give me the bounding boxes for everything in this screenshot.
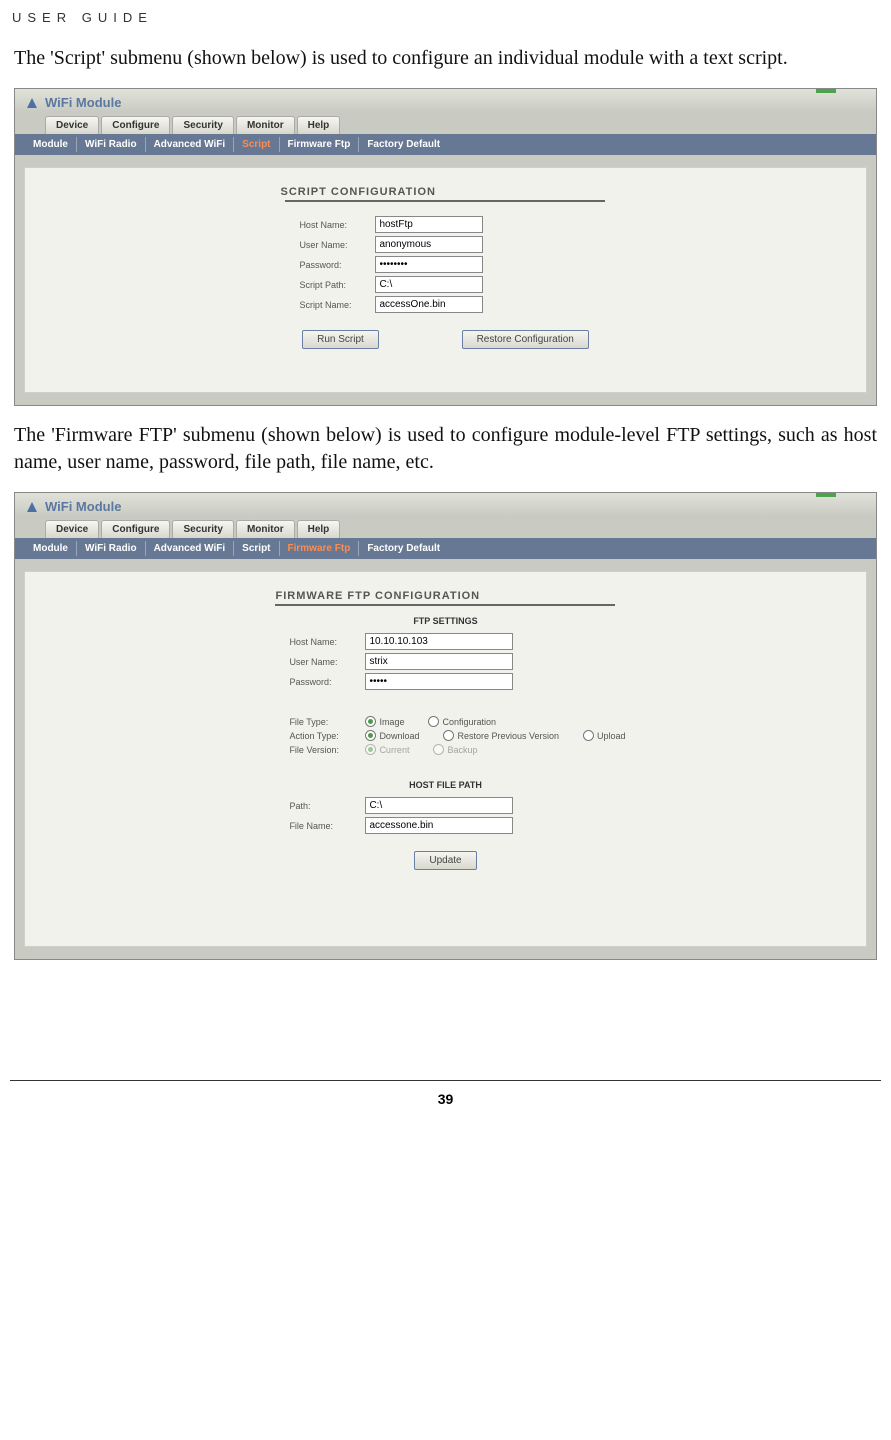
password-label: Password:	[299, 260, 375, 270]
main-tab-row: Device Configure Security Monitor Help	[15, 112, 876, 134]
window-accent	[816, 89, 836, 93]
tab-help[interactable]: Help	[297, 520, 341, 538]
sub-tab-wifi-radio[interactable]: WiFi Radio	[77, 137, 146, 152]
ftp-section-title: FIRMWARE FTP CONFIGURATION	[275, 586, 615, 604]
radio-icon	[433, 744, 444, 755]
host-file-path-header: HOST FILE PATH	[49, 776, 841, 794]
file-name-label: File Name:	[289, 821, 365, 831]
sub-tab-advanced-wifi[interactable]: Advanced WiFi	[146, 541, 235, 556]
title-underline	[285, 200, 605, 202]
sub-tab-advanced-wifi[interactable]: Advanced WiFi	[146, 137, 235, 152]
tab-configure[interactable]: Configure	[101, 116, 170, 134]
page-footer: 39	[10, 1080, 881, 1117]
ftp-settings-header: FTP SETTINGS	[49, 612, 841, 630]
ftp-host-name-label: Host Name:	[289, 637, 365, 647]
radio-action-restore[interactable]: Restore Previous Version	[443, 730, 559, 741]
run-script-button[interactable]: Run Script	[302, 330, 379, 349]
title-underline	[275, 604, 615, 606]
radio-icon	[365, 716, 376, 727]
ftp-user-name-label: User Name:	[289, 657, 365, 667]
tab-security[interactable]: Security	[172, 116, 233, 134]
tab-configure[interactable]: Configure	[101, 520, 170, 538]
ftp-host-name-input[interactable]	[365, 633, 513, 650]
ftp-user-name-input[interactable]	[365, 653, 513, 670]
sub-tab-bar: Module WiFi Radio Advanced WiFi Script F…	[15, 538, 876, 559]
radio-label: Configuration	[442, 717, 496, 727]
file-type-label: File Type:	[289, 717, 365, 727]
radio-label: Image	[379, 717, 404, 727]
radio-action-upload[interactable]: Upload	[583, 730, 626, 741]
password-input[interactable]	[375, 256, 483, 273]
user-name-input[interactable]	[375, 236, 483, 253]
screenshot-firmware-ftp: WiFi Module Device Configure Security Mo…	[14, 492, 877, 960]
radio-file-type-config[interactable]: Configuration	[428, 716, 496, 727]
sub-tab-wifi-radio[interactable]: WiFi Radio	[77, 541, 146, 556]
screenshot-script-config: WiFi Module Device Configure Security Mo…	[14, 88, 877, 406]
app-title: WiFi Module	[45, 499, 121, 514]
host-name-input[interactable]	[375, 216, 483, 233]
app-title-bar: WiFi Module	[15, 493, 876, 516]
tab-monitor[interactable]: Monitor	[236, 116, 295, 134]
tab-device[interactable]: Device	[45, 520, 99, 538]
radio-icon	[428, 716, 439, 727]
path-input[interactable]	[365, 797, 513, 814]
sub-tab-factory-default[interactable]: Factory Default	[359, 541, 448, 556]
radio-icon	[365, 730, 376, 741]
sub-tab-bar: Module WiFi Radio Advanced WiFi Script F…	[15, 134, 876, 155]
radio-label: Upload	[597, 731, 626, 741]
wifi-module-icon	[25, 96, 39, 110]
intro-paragraph-2: The 'Firmware FTP' submenu (shown below)…	[10, 422, 881, 476]
tab-monitor[interactable]: Monitor	[236, 520, 295, 538]
file-name-input[interactable]	[365, 817, 513, 834]
script-content-area: SCRIPT CONFIGURATION Host Name: User Nam…	[24, 167, 866, 393]
ftp-password-label: Password:	[289, 677, 365, 687]
restore-config-button[interactable]: Restore Configuration	[462, 330, 589, 349]
script-name-label: Script Name:	[299, 300, 375, 310]
radio-version-current: Current	[365, 744, 409, 755]
ftp-content-area: FIRMWARE FTP CONFIGURATION FTP SETTINGS …	[24, 571, 866, 947]
file-version-label: File Version:	[289, 745, 365, 755]
radio-version-backup: Backup	[433, 744, 477, 755]
action-type-label: Action Type:	[289, 731, 365, 741]
sub-tab-script[interactable]: Script	[234, 541, 279, 556]
radio-label: Current	[379, 745, 409, 755]
radio-icon	[443, 730, 454, 741]
sub-tab-script[interactable]: Script	[234, 137, 279, 152]
intro-paragraph-1: The 'Script' submenu (shown below) is us…	[10, 45, 881, 72]
radio-icon	[583, 730, 594, 741]
path-label: Path:	[289, 801, 365, 811]
radio-icon	[365, 744, 376, 755]
host-name-label: Host Name:	[299, 220, 375, 230]
sub-tab-factory-default[interactable]: Factory Default	[359, 137, 448, 152]
ftp-password-input[interactable]	[365, 673, 513, 690]
page-header: USER GUIDE	[10, 10, 881, 45]
radio-label: Download	[379, 731, 419, 741]
main-tab-row: Device Configure Security Monitor Help	[15, 516, 876, 538]
sub-tab-module[interactable]: Module	[25, 541, 77, 556]
user-name-label: User Name:	[299, 240, 375, 250]
radio-action-download[interactable]: Download	[365, 730, 419, 741]
script-path-label: Script Path:	[299, 280, 375, 290]
script-name-input[interactable]	[375, 296, 483, 313]
update-button[interactable]: Update	[414, 851, 476, 870]
script-section-title: SCRIPT CONFIGURATION	[280, 182, 610, 200]
page-number: 39	[438, 1091, 454, 1107]
app-title-bar: WiFi Module	[15, 89, 876, 112]
tab-help[interactable]: Help	[297, 116, 341, 134]
tab-security[interactable]: Security	[172, 520, 233, 538]
app-title: WiFi Module	[45, 95, 121, 110]
tab-device[interactable]: Device	[45, 116, 99, 134]
sub-tab-module[interactable]: Module	[25, 137, 77, 152]
wifi-module-icon	[25, 500, 39, 514]
sub-tab-firmware-ftp[interactable]: Firmware Ftp	[280, 137, 360, 152]
script-path-input[interactable]	[375, 276, 483, 293]
radio-label: Backup	[447, 745, 477, 755]
radio-file-type-image[interactable]: Image	[365, 716, 404, 727]
radio-label: Restore Previous Version	[457, 731, 559, 741]
window-accent	[816, 493, 836, 497]
sub-tab-firmware-ftp[interactable]: Firmware Ftp	[280, 541, 360, 556]
